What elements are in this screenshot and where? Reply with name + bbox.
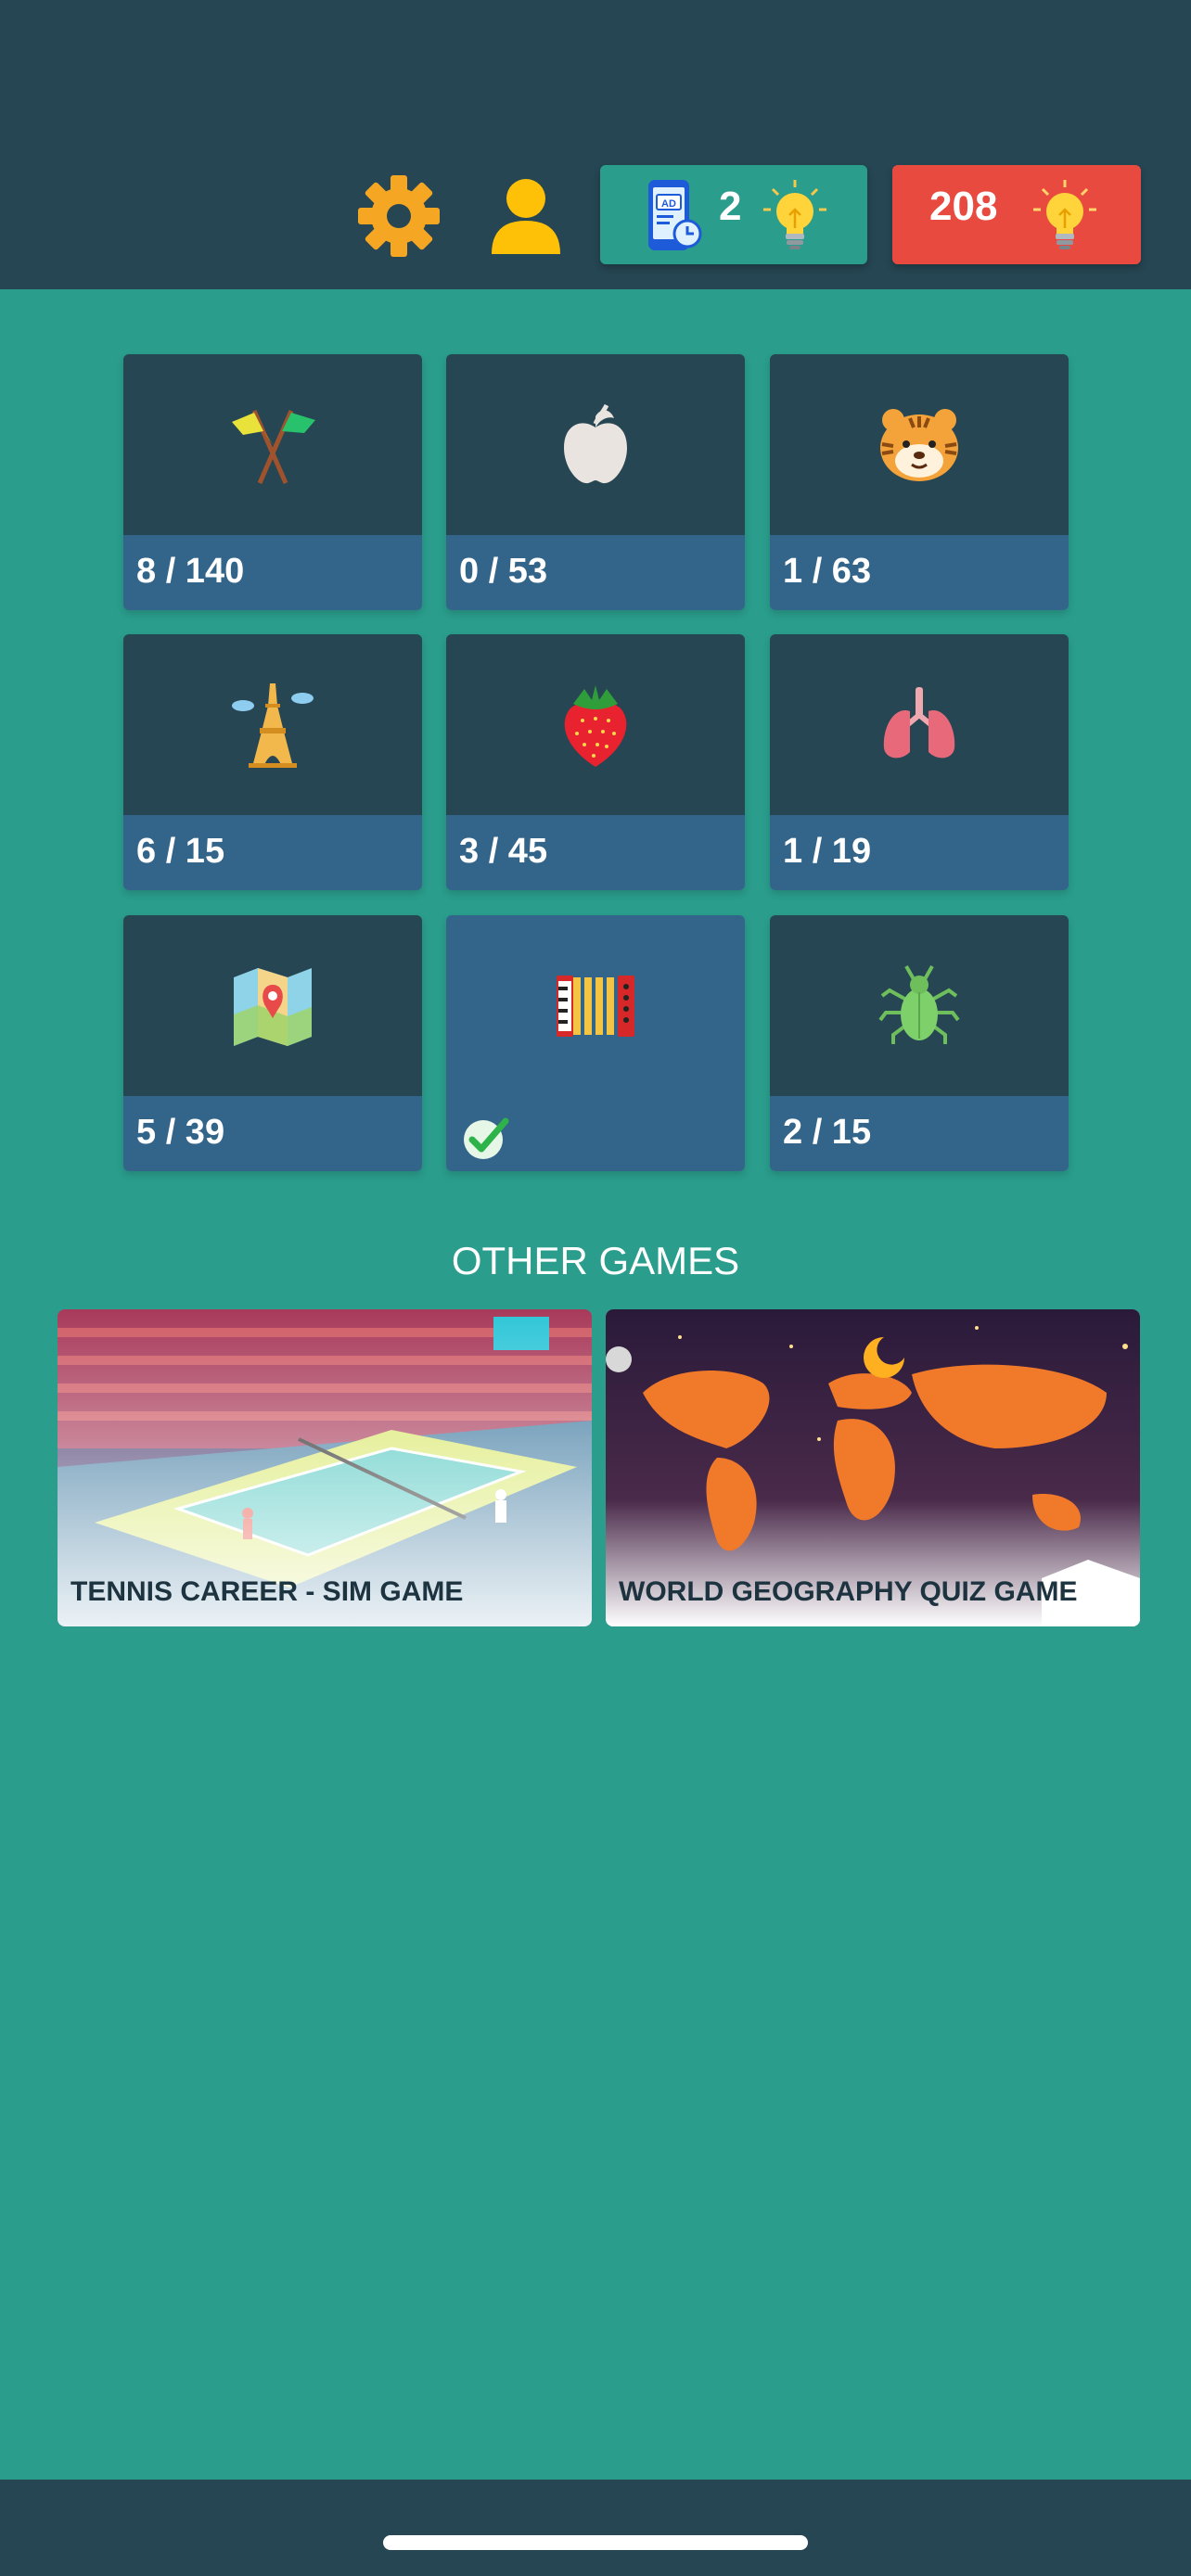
bottom-bar (0, 2480, 1191, 2576)
bug-icon (878, 965, 960, 1044)
category-tile-apple[interactable]: 0 / 53 (446, 354, 745, 610)
category-progress: 3 / 45 (459, 832, 548, 871)
game-card-tennis[interactable]: TENNIS CAREER - SIM GAME (58, 1309, 592, 1626)
accordion-icon (557, 976, 634, 1037)
watch-ad-hints-button[interactable]: AD 2 (600, 165, 867, 264)
game-title: WORLD GEOGRAPHY QUIZ GAME (619, 1576, 1078, 1607)
category-progress: 1 / 19 (783, 832, 872, 871)
category-tile-anatomy[interactable]: 1 / 19 (770, 634, 1069, 890)
eiffel-tower-icon (232, 683, 314, 768)
hint-coins-button[interactable]: 208 (892, 165, 1141, 264)
crossed-flags-icon (232, 410, 315, 484)
lungs-icon (883, 687, 955, 759)
strawberry-icon (564, 685, 627, 767)
completed-check-icon (464, 1117, 509, 1159)
category-progress: 8 / 140 (136, 552, 245, 591)
category-tile-fruits[interactable]: 3 / 45 (446, 634, 745, 890)
category-progress: 6 / 15 (136, 832, 225, 871)
category-tile-flags[interactable]: 8 / 140 (123, 354, 422, 610)
game-card-geography[interactable]: WORLD GEOGRAPHY QUIZ GAME (606, 1309, 1140, 1626)
category-progress: 2 / 15 (783, 1113, 872, 1152)
settings-gear-icon[interactable] (355, 172, 442, 260)
category-progress: 1 / 63 (783, 552, 872, 591)
category-tile-landmarks[interactable]: 6 / 15 (123, 634, 422, 890)
hint-coins-count: 208 (929, 184, 998, 229)
category-tile-instruments[interactable] (446, 915, 745, 1171)
profile-user-icon[interactable] (482, 172, 570, 260)
lightbulb-icon (763, 180, 826, 249)
lightbulb-icon (1033, 180, 1096, 249)
game-title: TENNIS CAREER - SIM GAME (70, 1576, 464, 1607)
category-progress: 0 / 53 (459, 552, 548, 591)
apple-icon (564, 403, 627, 484)
watch-ad-icon: AD (648, 180, 702, 250)
ad-hints-count: 2 (719, 184, 742, 229)
category-progress: 5 / 39 (136, 1113, 225, 1152)
category-tile-animals[interactable]: 1 / 63 (770, 354, 1069, 610)
svg-text:AD: AD (661, 198, 676, 210)
map-icon (234, 968, 312, 1046)
category-tile-insects[interactable]: 2 / 15 (770, 915, 1069, 1171)
other-games-heading: OTHER GAMES (451, 1239, 740, 1282)
category-tile-maps[interactable]: 5 / 39 (123, 915, 422, 1171)
tiger-face-icon (880, 409, 958, 481)
home-indicator[interactable] (383, 2535, 808, 2550)
